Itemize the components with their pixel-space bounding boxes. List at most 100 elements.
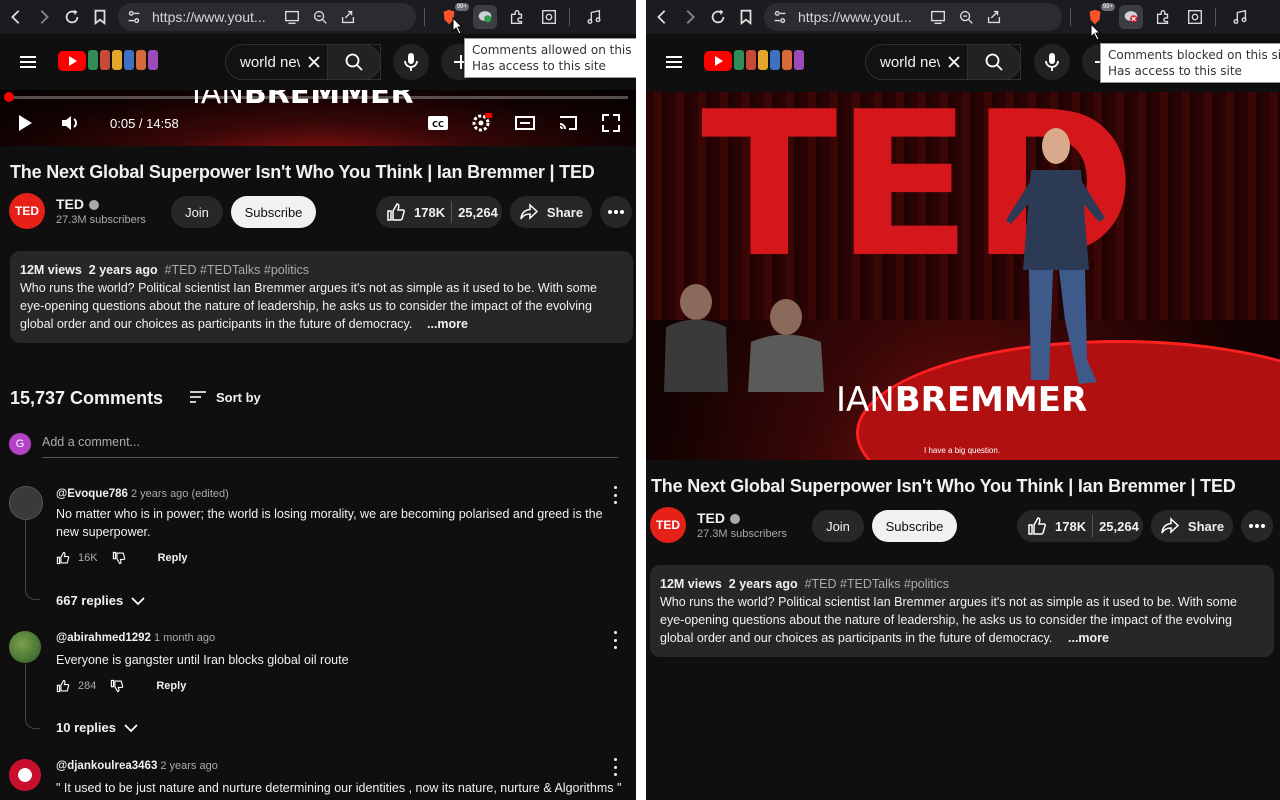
comment-like-count: 284 [78,680,97,692]
reload-icon[interactable] [60,5,84,29]
address-bar[interactable]: https://www.yout... [764,3,1062,31]
comment-author[interactable]: @djankoulrea3463 2 years ago [56,760,218,772]
microphone-icon [1045,53,1059,71]
progress-bar[interactable] [8,96,628,99]
channel-avatar[interactable]: TED [650,507,686,543]
window-divider [636,0,646,800]
doodle-logo[interactable] [734,50,804,70]
speaker-name-overlay: IANBREMMER [192,90,414,111]
channel-name[interactable]: TED [697,510,740,526]
comment-avatar[interactable] [9,631,41,663]
bookmark-icon[interactable] [88,5,112,29]
description-box[interactable]: 12M views 2 years ago #TED #TEDTalks #po… [10,251,633,343]
more-actions-button[interactable] [1241,510,1273,542]
like-count: 178K [1055,518,1087,534]
view-replies-button[interactable]: 667 replies [56,593,145,608]
hamburger-menu-icon[interactable] [18,52,38,72]
comments-extension-icon[interactable] [1119,5,1143,29]
thumbs-up-icon[interactable] [56,679,70,693]
address-bar[interactable]: https://www.yout... [118,3,416,31]
youtube-logo[interactable] [704,51,732,71]
subscribe-button[interactable]: Subscribe [872,510,957,542]
description-box[interactable]: 12M views 2 years ago #TED #TEDTalks #po… [650,565,1274,657]
hashtags[interactable]: #TED #TEDTalks #politics [805,577,950,591]
comment-menu-icon[interactable] [610,631,620,649]
share-button[interactable]: Share [510,196,592,228]
settings-button[interactable] [466,108,496,138]
youtube-logo[interactable] [58,51,86,71]
comment-author[interactable]: @abirahmed1292 1 month ago [56,632,215,644]
comment-actions: 284 Reply [56,679,186,693]
clear-search-icon[interactable] [306,54,322,70]
forward-icon[interactable] [678,5,702,29]
show-more-link[interactable]: ...more [1062,629,1109,647]
screenshot-icon[interactable] [537,5,561,29]
mute-button[interactable] [56,108,86,138]
site-settings-icon[interactable] [122,5,146,29]
like-button[interactable]: 178K [1017,510,1092,542]
more-actions-button[interactable] [600,196,632,228]
join-button[interactable]: Join [812,510,864,542]
view-replies-button[interactable]: 10 replies [56,720,138,735]
site-settings-icon[interactable] [768,5,792,29]
theater-mode-button[interactable] [510,108,540,138]
add-comment-input[interactable]: Add a comment... [42,435,618,458]
extensions-puzzle-icon[interactable] [1151,5,1175,29]
comment-avatar[interactable] [9,759,41,791]
bookmark-icon[interactable] [734,5,758,29]
comment-menu-icon[interactable] [610,486,620,504]
comment-count-pill[interactable]: 25,264 [452,196,498,228]
hashtags[interactable]: #TED #TEDTalks #politics [165,263,310,277]
shields-badge: 99+ [1100,3,1115,11]
play-button[interactable] [10,108,40,138]
video-player[interactable]: IANBREMMER 0:05 / 14:58 CC [0,90,636,146]
reload-icon[interactable] [706,5,730,29]
media-music-icon[interactable] [582,5,606,29]
search-button[interactable] [327,44,381,80]
join-button[interactable]: Join [171,196,223,228]
zoom-icon[interactable] [308,5,332,29]
media-music-icon[interactable] [1228,5,1252,29]
play-icon [19,115,32,131]
thumbs-up-icon[interactable] [56,551,70,565]
clear-search-icon[interactable] [946,54,962,70]
cast-icon[interactable] [280,5,304,29]
subscriber-count: 27.3M subscribers [697,528,787,540]
comment-count-pill[interactable]: 25,264 [1093,510,1139,542]
cast-icon[interactable] [926,5,950,29]
doodle-logo[interactable] [88,50,158,70]
scrubber-handle[interactable] [4,92,14,102]
thumbs-down-icon[interactable] [110,679,124,693]
zoom-icon[interactable] [954,5,978,29]
reply-button[interactable]: Reply [156,680,186,692]
share-button[interactable]: Share [1151,510,1233,542]
video-player[interactable]: TED IANBREMMER I have a big question. [646,92,1280,460]
channel-avatar[interactable]: TED [9,193,45,229]
cast-button[interactable] [553,108,583,138]
upload-age: 2 years ago [728,577,798,591]
extensions-puzzle-icon[interactable] [505,5,529,29]
subscribe-button[interactable]: Subscribe [231,196,316,228]
fullscreen-button[interactable] [596,108,626,138]
comment-menu-icon[interactable] [610,758,620,776]
share-page-icon[interactable] [982,5,1006,29]
back-icon[interactable] [650,5,674,29]
comment-author[interactable]: @Evoque786 2 years ago (edited) [56,488,229,500]
forward-icon[interactable] [32,5,56,29]
thumbs-down-icon[interactable] [112,551,126,565]
screenshot-icon[interactable] [1183,5,1207,29]
comment-avatar[interactable] [9,486,43,520]
show-more-link[interactable]: ...more [421,315,468,333]
channel-name[interactable]: TED [56,196,99,212]
reply-button[interactable]: Reply [158,552,188,564]
voice-search-button[interactable] [393,44,429,80]
back-icon[interactable] [4,5,28,29]
like-button[interactable]: 178K [376,196,451,228]
sort-by-button[interactable]: Sort by [188,389,261,405]
hamburger-menu-icon[interactable] [664,52,684,72]
captions-button[interactable]: CC [423,108,453,138]
search-button[interactable] [967,44,1021,80]
comments-extension-icon[interactable] [473,5,497,29]
voice-search-button[interactable] [1034,44,1070,80]
share-page-icon[interactable] [336,5,360,29]
